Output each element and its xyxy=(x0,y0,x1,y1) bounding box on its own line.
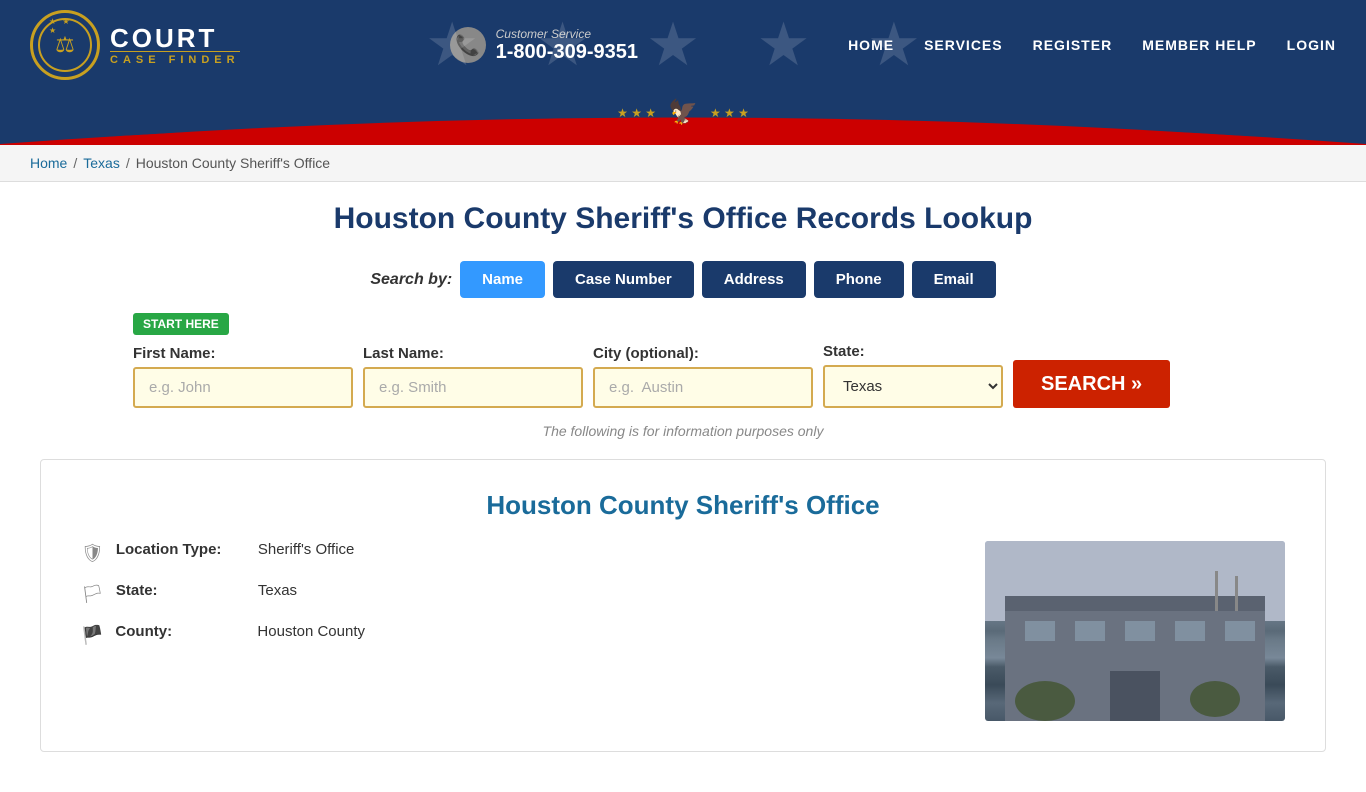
location-type-icon: 🛡 xyxy=(81,543,104,564)
breadcrumb-home[interactable]: Home xyxy=(30,155,67,171)
building-svg xyxy=(985,541,1285,721)
last-name-input[interactable] xyxy=(363,367,583,408)
info-row-location: 🛡 Location Type: Sheriff's Office xyxy=(81,541,955,564)
tab-email[interactable]: Email xyxy=(912,261,996,298)
nav-register[interactable]: REGISTER xyxy=(1033,37,1113,53)
state-info-label: State: xyxy=(116,582,246,599)
info-row-state: 🏳 State: Texas xyxy=(81,582,955,605)
main-nav: HOME SERVICES REGISTER MEMBER HELP LOGIN xyxy=(848,37,1336,53)
breadcrumb: Home / Texas / Houston County Sheriff's … xyxy=(30,155,1336,171)
logo-text: COURT CASE FINDER xyxy=(110,25,240,66)
eagle-row: ★ ★ ★ 🦅 ★ ★ ★ xyxy=(617,98,749,127)
start-here-badge: START HERE xyxy=(133,313,229,335)
office-image xyxy=(985,541,1285,721)
search-button[interactable]: SEARCH » xyxy=(1013,360,1170,408)
last-name-field: Last Name: xyxy=(363,345,583,408)
info-card-body: 🛡 Location Type: Sheriff's Office 🏳 Stat… xyxy=(81,541,1285,721)
building-photo xyxy=(985,541,1285,721)
info-card-title: Houston County Sheriff's Office xyxy=(81,490,1285,521)
logo-court-text: COURT xyxy=(110,25,240,51)
nav-services[interactable]: SERVICES xyxy=(924,37,1003,53)
search-by-label: Search by: xyxy=(370,271,452,289)
eagle-stars-right: ★ ★ ★ xyxy=(710,106,749,120)
tab-case-number[interactable]: Case Number xyxy=(553,261,694,298)
cs-text: Customer Service 1-800-309-9351 xyxy=(496,27,638,64)
cs-label: Customer Service xyxy=(496,27,638,41)
county-icon: 🏴 xyxy=(81,625,103,646)
cs-phone: 1-800-309-9351 xyxy=(496,41,638,64)
search-tabs-row: Search by: Name Case Number Address Phon… xyxy=(40,261,1326,298)
city-field: City (optional): xyxy=(593,345,813,408)
header: ★ ★ ★ ★ ★ ⚖ ★ ★ ★ COURT CASE FINDER 📞 Cu… xyxy=(0,0,1366,90)
search-form-area: START HERE First Name: Last Name: City (… xyxy=(133,313,1233,439)
nav-login[interactable]: LOGIN xyxy=(1287,37,1336,53)
logo-circle: ⚖ ★ ★ ★ xyxy=(30,10,100,80)
page-title: Houston County Sheriff's Office Records … xyxy=(40,202,1326,236)
eagle-icon: 🦅 xyxy=(668,98,698,127)
info-note: The following is for information purpose… xyxy=(133,423,1233,439)
main-content: Houston County Sheriff's Office Records … xyxy=(0,182,1366,792)
county-value: Houston County xyxy=(257,623,365,640)
search-form-row: First Name: Last Name: City (optional): … xyxy=(133,343,1233,408)
tab-phone[interactable]: Phone xyxy=(814,261,904,298)
city-label: City (optional): xyxy=(593,345,813,362)
state-info-value: Texas xyxy=(258,582,297,599)
info-card: Houston County Sheriff's Office 🛡 Locati… xyxy=(40,459,1326,752)
tab-address[interactable]: Address xyxy=(702,261,806,298)
logo-stars: ★ ★ ★ xyxy=(49,17,81,35)
info-card-details: 🛡 Location Type: Sheriff's Office 🏳 Stat… xyxy=(81,541,955,721)
state-field: State: Texas Alabama Alaska Arizona Cali… xyxy=(823,343,1003,408)
eagle-banner: ★ ★ ★ 🦅 ★ ★ ★ xyxy=(0,90,1366,145)
first-name-label: First Name: xyxy=(133,345,353,362)
city-input[interactable] xyxy=(593,367,813,408)
state-label: State: xyxy=(823,343,1003,360)
tab-name[interactable]: Name xyxy=(460,261,545,298)
state-select[interactable]: Texas Alabama Alaska Arizona California … xyxy=(823,365,1003,408)
logo-case-finder-text: CASE FINDER xyxy=(110,51,240,66)
first-name-field: First Name: xyxy=(133,345,353,408)
customer-service: 📞 Customer Service 1-800-309-9351 xyxy=(450,27,638,64)
logo-area: ⚖ ★ ★ ★ COURT CASE FINDER xyxy=(30,10,240,80)
nav-member-help[interactable]: MEMBER HELP xyxy=(1142,37,1256,53)
breadcrumb-current: Houston County Sheriff's Office xyxy=(136,155,330,171)
breadcrumb-texas[interactable]: Texas xyxy=(83,155,120,171)
eagle-stars-left: ★ ★ ★ xyxy=(617,106,656,120)
nav-home[interactable]: HOME xyxy=(848,37,894,53)
state-icon: 🏳 xyxy=(81,584,104,605)
breadcrumb-sep-1: / xyxy=(73,155,77,171)
breadcrumb-bar: Home / Texas / Houston County Sheriff's … xyxy=(0,145,1366,182)
breadcrumb-sep-2: / xyxy=(126,155,130,171)
location-type-label: Location Type: xyxy=(116,541,246,558)
phone-icon: 📞 xyxy=(450,27,486,63)
location-type-value: Sheriff's Office xyxy=(258,541,355,558)
first-name-input[interactable] xyxy=(133,367,353,408)
last-name-label: Last Name: xyxy=(363,345,583,362)
county-label: County: xyxy=(115,623,245,640)
info-row-county: 🏴 County: Houston County xyxy=(81,623,955,646)
